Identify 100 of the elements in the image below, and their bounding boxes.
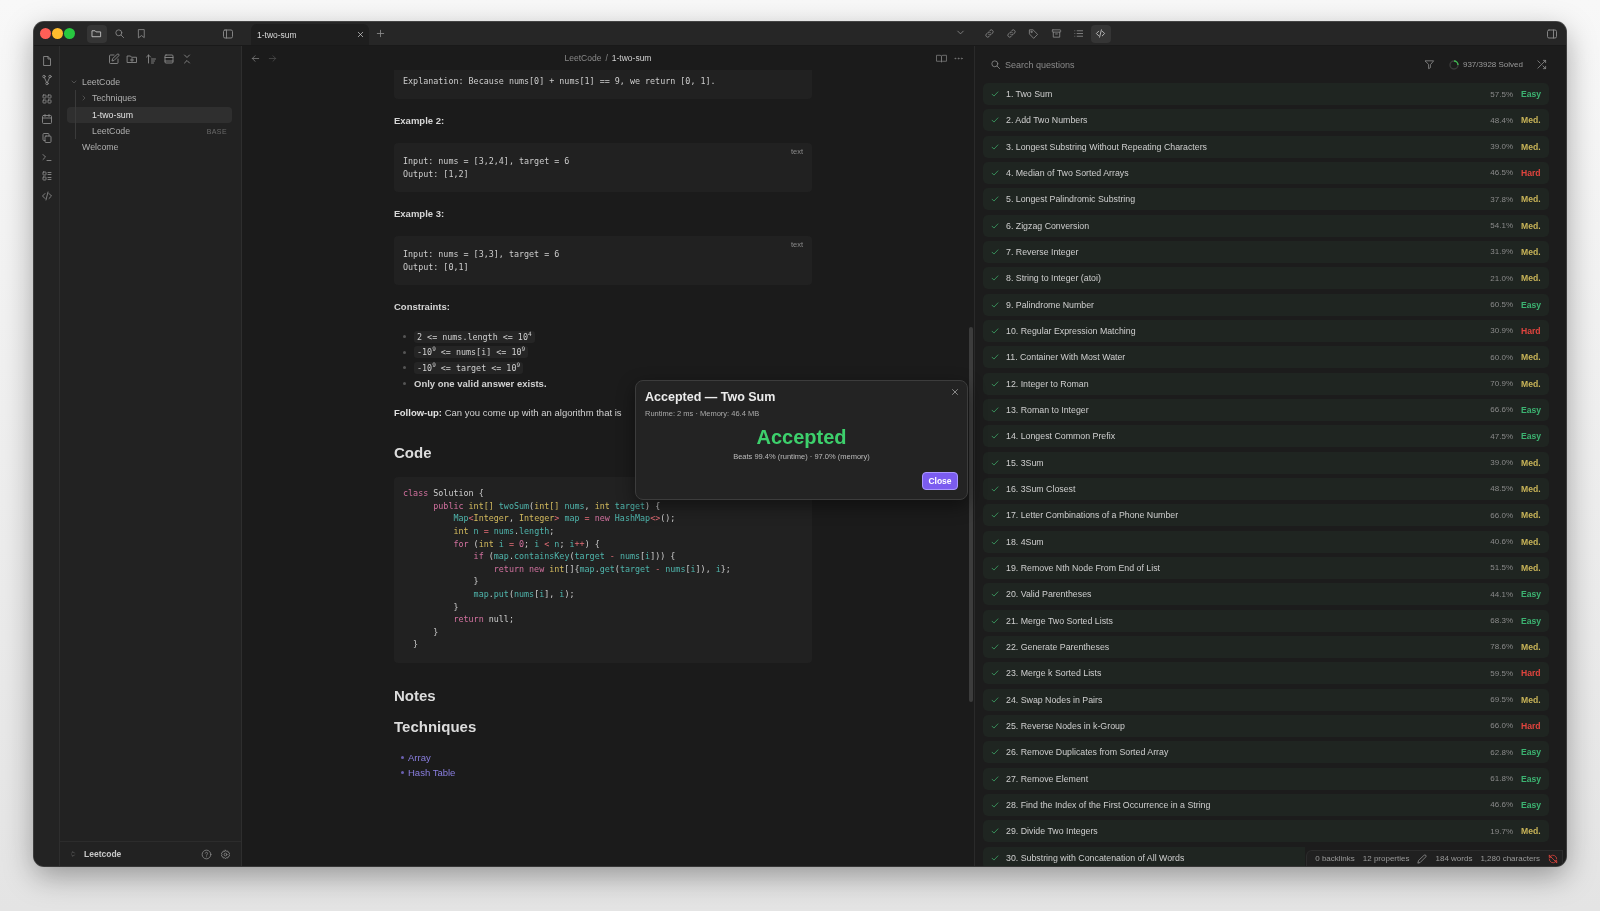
file-icon[interactable] <box>40 54 53 67</box>
section-label: Constraints: <box>394 300 451 314</box>
problem-row[interactable]: 12. Integer to Roman 70.9% Med. <box>983 372 1549 395</box>
tag-link[interactable]: Hash Table <box>408 767 456 779</box>
problem-row[interactable]: 13. Roman to Integer 66.6% Easy <box>983 398 1549 421</box>
problem-row[interactable]: 25. Reverse Nodes in k-Group 66.0% Hard <box>983 714 1549 737</box>
code-line: Input: nums = [3,3], target = 6 <box>403 247 561 261</box>
problem-row[interactable]: 16. 3Sum Closest 48.5% Med. <box>983 477 1549 500</box>
code-line: } <box>432 625 440 639</box>
close-icon[interactable] <box>356 30 365 39</box>
settings-icon[interactable] <box>220 848 231 860</box>
graph-icon[interactable] <box>40 73 53 86</box>
problem-row[interactable]: 15. 3Sum 39.0% Med. <box>983 451 1549 474</box>
code-line: Output: [0,1] <box>403 260 470 274</box>
search-field[interactable]: Search questions <box>1005 59 1385 70</box>
problem-row[interactable]: 30. Substring with Concatenation of All Words <box>983 846 1305 866</box>
difficulty-label: Easy <box>1521 615 1543 626</box>
sort-icon[interactable] <box>144 53 157 65</box>
backlinks-count[interactable]: 0 backlinks <box>1315 854 1355 863</box>
back-arrow-icon[interactable] <box>249 52 261 64</box>
acceptance-rate: 54.1% <box>1490 221 1513 231</box>
acceptance-rate: 30.9% <box>1490 326 1513 336</box>
problem-row[interactable]: 29. Divide Two Integers 19.7% Med. <box>983 820 1549 843</box>
folder-plus-icon[interactable] <box>126 53 139 65</box>
acceptance-rate: 60.5% <box>1490 300 1513 310</box>
calendar-icon[interactable] <box>40 112 53 125</box>
zoom-window-button[interactable] <box>64 28 75 39</box>
code-line: Map<Integer, Integer> map = new HashMap<>(); <box>452 512 677 526</box>
close-window-button[interactable] <box>40 28 51 39</box>
progress-ring <box>1448 59 1459 70</box>
acceptance-rate: 68.3% <box>1490 616 1513 626</box>
problem-row[interactable]: 23. Merge k Sorted Lists 59.5% Hard <box>983 662 1549 685</box>
problem-row[interactable]: 18. 4Sum 40.6% Med. <box>983 530 1549 553</box>
breadcrumb-item[interactable]: 1-two-sum <box>611 53 652 63</box>
copy-icon[interactable] <box>40 131 53 144</box>
list-icon[interactable] <box>40 170 53 183</box>
tree-item[interactable]: 1-two-sum <box>67 106 232 123</box>
problem-row[interactable]: 11. Container With Most Water 60.0% Med. <box>983 346 1549 369</box>
filter-icon[interactable] <box>1424 59 1436 70</box>
problem-row[interactable]: 26. Remove Duplicates from Sorted Array 62.8% Easy <box>983 741 1549 764</box>
file-name: Welcome <box>82 142 120 153</box>
problem-row[interactable]: 22. Generate Parentheses 78.6% Med. <box>983 635 1549 658</box>
acceptance-rate: 78.6% <box>1490 642 1513 652</box>
word-count: 184 words <box>1435 854 1473 863</box>
tree-item[interactable]: LeetCode <box>67 74 232 91</box>
problem-row[interactable]: 10. Regular Expression Matching 30.9% Hard <box>983 319 1549 342</box>
problem-row[interactable]: 5. Longest Palindromic Substring 37.8% Med. <box>983 188 1549 211</box>
plus-icon[interactable] <box>375 28 386 39</box>
problem-row[interactable]: 24. Swap Nodes in Pairs 69.5% Med. <box>983 688 1549 711</box>
problem-title: 7. Reverse Integer <box>1006 246 1079 257</box>
help-icon[interactable] <box>201 848 212 860</box>
pencil-square-icon[interactable] <box>107 53 120 65</box>
file-name: LeetCode <box>92 126 132 137</box>
problem-title: 11. Container With Most Water <box>1006 352 1126 363</box>
problem-row[interactable]: 19. Remove Nth Node From End of List 51.5% Med. <box>983 556 1549 579</box>
window-icon[interactable] <box>162 53 175 65</box>
problem-row[interactable]: 9. Palindrome Number 60.5% Easy <box>983 293 1549 316</box>
difficulty-label: Med. <box>1521 483 1542 494</box>
vault-name[interactable]: Leetcode <box>84 849 201 859</box>
minimize-window-button[interactable] <box>52 28 63 39</box>
problem-row[interactable]: 2. Add Two Numbers 48.4% Med. <box>983 109 1549 132</box>
book-icon[interactable] <box>935 52 947 64</box>
shuffle-icon[interactable] <box>1535 59 1547 70</box>
problem-title: 5. Longest Palindromic Substring <box>1006 194 1136 205</box>
difficulty-label: Hard <box>1521 168 1542 178</box>
pencil-icon[interactable] <box>1417 853 1428 864</box>
folder-tab[interactable] <box>86 24 107 43</box>
problem-row[interactable]: 6. Zigzag Conversion 54.1% Med. <box>983 214 1549 237</box>
character-count: 1,280 characters <box>1480 854 1540 863</box>
problem-row[interactable]: 4. Median of Two Sorted Arrays 46.5% Hard <box>983 162 1549 184</box>
problem-row[interactable]: 7. Reverse Integer 31.9% Med. <box>983 240 1549 263</box>
tag-icon <box>1028 28 1040 39</box>
close-icon[interactable] <box>950 387 960 397</box>
problem-row[interactable]: 3. Longest Substring Without Repeating Characters 39.0% Med. <box>983 135 1549 158</box>
tree-item[interactable]: Welcome <box>67 139 232 156</box>
problem-row[interactable]: 14. Longest Common Prefix 47.5% Easy <box>983 425 1549 448</box>
breadcrumb-item[interactable]: LeetCode <box>564 53 602 63</box>
tab[interactable]: 1-two-sum <box>251 24 369 45</box>
problem-title: 4. Median of Two Sorted Arrays <box>1006 168 1129 178</box>
problem-row[interactable]: 1. Two Sum 57.5% Easy <box>983 83 1549 105</box>
acceptance-rate: 21.0% <box>1490 273 1513 283</box>
toolbar-tab[interactable] <box>1090 24 1111 43</box>
problem-row[interactable]: 27. Remove Element 61.8% Easy <box>983 767 1549 790</box>
problem-row[interactable]: 28. Find the Index of the First Occurrence in a String 46.6% Easy <box>983 793 1549 816</box>
close-button[interactable]: Close <box>922 472 958 490</box>
link-icon <box>1005 28 1017 39</box>
problem-row[interactable]: 21. Merge Two Sorted Lists 68.3% Easy <box>983 609 1549 632</box>
bullet-icon <box>403 335 406 339</box>
tag-link[interactable]: Array <box>408 751 431 763</box>
problem-row[interactable]: 17. Letter Combinations of a Phone Number 66.0% Med. <box>983 504 1549 527</box>
problem-row[interactable]: 8. String to Integer (atoi) 21.0% Med. <box>983 267 1549 290</box>
acceptance-rate: 70.9% <box>1490 379 1513 389</box>
problem-title: 15. 3Sum <box>1006 457 1044 468</box>
terminal-icon[interactable] <box>40 151 53 164</box>
grid-icon[interactable] <box>40 93 53 106</box>
problem-row[interactable]: 20. Valid Parentheses 44.1% Easy <box>983 583 1549 606</box>
difficulty-label: Easy <box>1521 404 1543 415</box>
properties-count[interactable]: 12 properties <box>1362 854 1410 863</box>
sync-off-icon[interactable] <box>1548 853 1558 864</box>
code-icon[interactable] <box>40 189 53 202</box>
